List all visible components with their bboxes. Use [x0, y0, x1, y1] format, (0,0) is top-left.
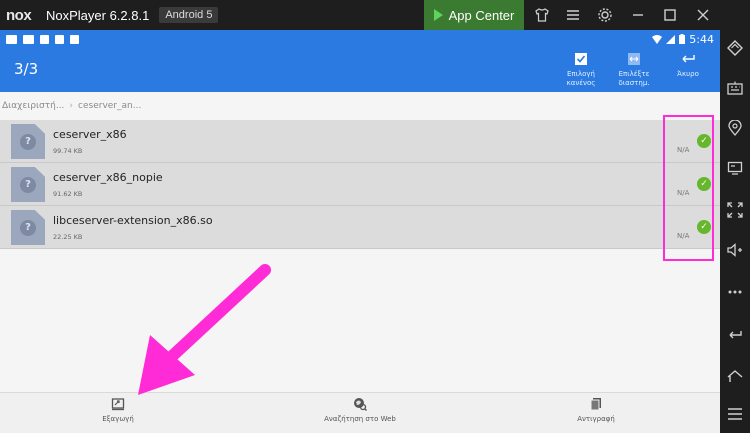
unknown-file-icon: ?: [11, 167, 45, 202]
back-icon[interactable]: [725, 325, 745, 345]
file-size: 22.25 KB: [53, 233, 83, 241]
checkbox-icon: [556, 52, 606, 70]
copy-icon: [574, 397, 618, 415]
annotation-highlight-box: [663, 115, 714, 261]
wrench-icon: [40, 34, 49, 44]
location-pin-icon[interactable]: [725, 118, 745, 138]
close-icon[interactable]: [693, 5, 713, 25]
nox-title-bar: nox NoxPlayer 6.2.8.1 Android 5 App Cent…: [0, 0, 750, 30]
unknown-file-icon: ?: [11, 124, 45, 159]
select-none-button[interactable]: Επιλογή κανένος: [556, 52, 606, 88]
clock: 5:44: [689, 32, 714, 46]
diamond-icon[interactable]: [725, 38, 745, 58]
range-select-icon: [609, 52, 659, 70]
window-title: NoxPlayer 6.2.8.1: [46, 7, 150, 23]
select-range-button[interactable]: Επιλέξτε διαστημ.: [609, 52, 659, 88]
android-version-badge: Android 5: [159, 7, 219, 23]
file-list: ? ceserver_x86 99.74 KB N/A ✓ ? ceserver…: [0, 120, 720, 249]
select-none-label: Επιλογή κανένος: [566, 70, 596, 87]
copy-label: Αντιγραφή: [577, 415, 615, 423]
export-button[interactable]: Εξαγωγή: [100, 397, 136, 423]
file-size: 91.62 KB: [53, 190, 83, 198]
notification-icon: [6, 34, 17, 44]
notification-icon: [23, 34, 34, 44]
breadcrumb-current[interactable]: ceserver_an...: [78, 101, 141, 111]
signal-icon: [666, 34, 676, 44]
globe-search-icon: [320, 397, 400, 415]
battery-icon: [679, 34, 686, 44]
file-row[interactable]: ? libceserver-extension_x86.so 22.25 KB …: [0, 206, 720, 249]
undo-icon: [663, 52, 713, 70]
maximize-icon[interactable]: [660, 5, 680, 25]
volume-up-icon[interactable]: [725, 240, 745, 260]
copy-button[interactable]: Αντιγραφή: [574, 397, 618, 423]
export-label: Εξαγωγή: [102, 415, 134, 423]
nox-logo: nox: [6, 6, 32, 24]
status-right: 5:44: [652, 33, 714, 46]
file-name: ceserver_x86: [53, 128, 127, 141]
home-icon[interactable]: [725, 366, 745, 386]
bottom-action-bar: Εξαγωγή Αναζήτηση στο Web Αντιγραφή: [0, 392, 720, 433]
export-icon: [100, 397, 136, 415]
file-size: 99.74 KB: [53, 147, 83, 155]
breadcrumb-root[interactable]: Διαχειριστή...: [2, 101, 64, 111]
web-search-button[interactable]: Αναζήτηση στο Web: [320, 397, 400, 423]
minimize-icon[interactable]: [628, 5, 648, 25]
notification-icon: [55, 34, 64, 44]
shirt-icon[interactable]: [532, 5, 552, 25]
gear-icon[interactable]: [595, 5, 615, 25]
fullscreen-icon[interactable]: [725, 200, 745, 220]
menu-icon[interactable]: [563, 5, 583, 25]
play-icon: [70, 34, 79, 44]
chevron-right-icon: ›: [69, 101, 74, 111]
cancel-selection-button[interactable]: Άκυρο: [663, 52, 713, 79]
file-row[interactable]: ? ceserver_x86_nopie 91.62 KB N/A ✓: [0, 163, 720, 206]
selection-counter: 3/3: [14, 60, 39, 78]
breadcrumb: Διαχειριστή... › ceserver_an...: [0, 92, 720, 120]
screen-icon[interactable]: [725, 158, 745, 178]
app-center-label: App Center: [448, 7, 515, 23]
file-row[interactable]: ? ceserver_x86 99.74 KB N/A ✓: [0, 120, 720, 163]
unknown-file-icon: ?: [11, 210, 45, 245]
more-icon[interactable]: [725, 282, 745, 302]
play-store-icon: [433, 9, 443, 21]
recent-apps-icon[interactable]: [725, 404, 745, 424]
file-name: ceserver_x86_nopie: [53, 171, 163, 184]
app-center-button[interactable]: App Center: [424, 0, 524, 30]
cancel-label: Άκυρο: [677, 70, 699, 78]
file-name: libceserver-extension_x86.so: [53, 214, 213, 227]
nox-sidebar: [720, 30, 750, 433]
select-range-label: Επιλέξτε διαστημ.: [618, 70, 650, 87]
android-status-bar: 5:44: [0, 30, 720, 48]
action-bar: 3/3 Επιλογή κανένος Επιλέξτε διαστημ. Άκ…: [0, 48, 720, 92]
web-search-label: Αναζήτηση στο Web: [324, 415, 396, 423]
keyboard-icon[interactable]: [725, 78, 745, 98]
wifi-icon: [652, 34, 663, 44]
